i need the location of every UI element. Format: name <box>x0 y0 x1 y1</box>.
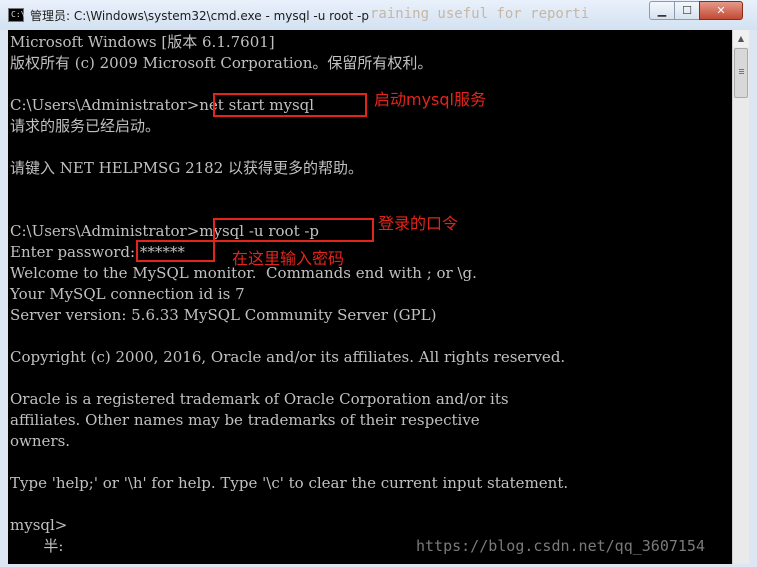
console-line: affiliates. Other names may be trademark… <box>10 411 480 429</box>
password-highlight <box>136 240 215 262</box>
console-line: Oracle is a registered trademark of Orac… <box>10 390 509 408</box>
cmd-icon-text: C:\ <box>11 10 26 19</box>
background-ghost-text: raining useful for reporti <box>370 6 590 22</box>
cmd-window: C:\ 管理员: C:\Windows\system32\cmd.exe - m… <box>0 0 757 567</box>
enter-password-annotation: 在这里输入密码 <box>232 249 345 268</box>
console-output[interactable]: Microsoft Windows [版本 6.1.7601] 版权所有 (c) … <box>8 30 732 564</box>
watermark: https://blog.csdn.net/qq_3607154 <box>416 537 705 555</box>
login-command-annotation: 登录的口令 <box>378 214 459 233</box>
maximize-button[interactable]: ☐ <box>674 1 700 20</box>
title-bar[interactable]: C:\ 管理员: C:\Windows\system32\cmd.exe - m… <box>0 0 757 30</box>
console-line: mysql> <box>10 516 68 534</box>
start-service-annotation: 启动mysql服务 <box>374 90 486 109</box>
console-line: Server version: 5.6.33 MySQL Community S… <box>10 306 437 324</box>
minimize-button[interactable]: ▁ <box>649 1 675 20</box>
console-line: Type 'help;' or '\h' for help. Type '\c'… <box>10 474 569 492</box>
vertical-scrollbar[interactable]: ▲ <box>732 30 749 564</box>
window-title: 管理员: C:\Windows\system32\cmd.exe - mysql… <box>30 9 369 23</box>
scroll-up-arrow-icon[interactable]: ▲ <box>733 30 749 47</box>
console-line: Microsoft Windows [版本 6.1.7601] <box>10 33 275 51</box>
console-line: Copyright (c) 2000, 2016, Oracle and/or … <box>10 348 566 366</box>
console-line: 请求的服务已经启动。 <box>10 117 161 135</box>
console-line: Your MySQL connection id is 7 <box>10 285 245 303</box>
scroll-thumb[interactable] <box>734 48 748 98</box>
login-command-highlight <box>213 218 374 242</box>
close-button[interactable]: ✕ <box>699 1 743 20</box>
console-line: 版权所有 (c) 2009 Microsoft Corporation。保留所有… <box>10 54 433 72</box>
grip-icon <box>739 69 744 70</box>
net-start-command-highlight <box>213 93 367 117</box>
console-line: owners. <box>10 432 71 450</box>
console-line: 请键入 NET HELPMSG 2182 以获得更多的帮助。 <box>10 159 364 177</box>
cmd-icon[interactable]: C:\ <box>8 8 26 22</box>
